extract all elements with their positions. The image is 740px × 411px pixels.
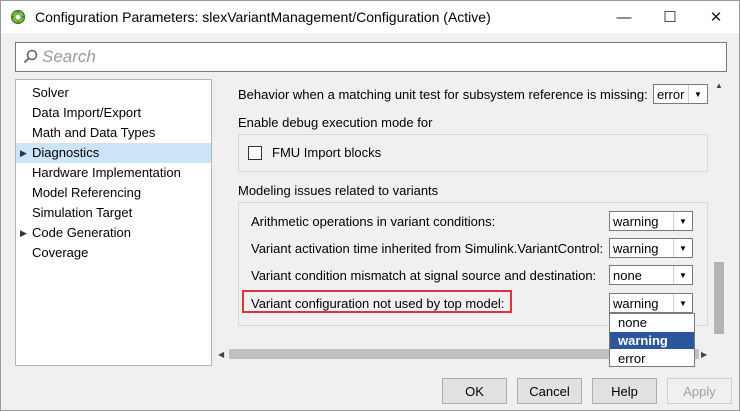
condition-mismatch-dropdown[interactable]: none ▼ bbox=[609, 265, 693, 285]
close-icon: ✕ bbox=[709, 9, 723, 26]
activation-time-dropdown[interactable]: warning ▼ bbox=[609, 238, 693, 258]
expand-arrow-icon[interactable]: ▶ bbox=[20, 143, 27, 163]
debug-group: FMU Import blocks bbox=[238, 134, 708, 172]
tree-item-hardware-implementation[interactable]: Hardware Implementation bbox=[16, 163, 211, 183]
configuration-not-used-dropdown[interactable]: warning ▼ bbox=[609, 293, 693, 313]
tree-item-solver[interactable]: Solver bbox=[16, 83, 211, 103]
unit-test-dropdown[interactable]: error ▼ bbox=[653, 84, 708, 104]
fmu-import-checkbox[interactable] bbox=[248, 146, 262, 160]
tree-item-model-referencing[interactable]: Model Referencing bbox=[16, 183, 211, 203]
config-parameters-window: Configuration Parameters: slexVariantMan… bbox=[0, 0, 740, 411]
tree-item-label: Coverage bbox=[32, 245, 89, 260]
close-button[interactable]: ✕ bbox=[693, 1, 739, 33]
unit-test-label: Behavior when a matching unit test for s… bbox=[238, 87, 648, 102]
dropdown-options-list: none warning error bbox=[609, 313, 695, 367]
arithmetic-dropdown[interactable]: warning ▼ bbox=[609, 211, 693, 231]
scrollbar-thumb[interactable] bbox=[714, 262, 724, 334]
row-label-arithmetic: Arithmetic operations in variant conditi… bbox=[251, 214, 496, 229]
dropdown-value: none bbox=[613, 268, 642, 283]
maximize-icon: ☐ bbox=[663, 9, 677, 26]
debug-section-header: Enable debug execution mode for bbox=[238, 115, 433, 130]
highlight-box bbox=[242, 290, 512, 313]
maximize-button[interactable]: ☐ bbox=[647, 1, 693, 33]
category-tree: Solver Data Import/Export Math and Data … bbox=[15, 79, 212, 366]
option-warning[interactable]: warning bbox=[610, 332, 694, 349]
row-label-condition-mismatch: Variant condition mismatch at signal sou… bbox=[251, 268, 597, 283]
help-button[interactable]: Help bbox=[592, 378, 657, 404]
tree-item-diagnostics[interactable]: ▶ Diagnostics bbox=[16, 143, 211, 163]
minimize-icon: — bbox=[616, 8, 632, 26]
tree-item-label: Data Import/Export bbox=[32, 105, 142, 120]
apply-label: Apply bbox=[683, 383, 716, 399]
tree-item-label: Diagnostics bbox=[32, 145, 100, 160]
tree-item-label: Math and Data Types bbox=[32, 125, 156, 140]
tree-item-coverage[interactable]: Coverage bbox=[16, 243, 211, 263]
tree-item-simulation-target[interactable]: Simulation Target bbox=[16, 203, 211, 223]
scroll-right-icon[interactable]: ▶ bbox=[701, 350, 707, 359]
option-error[interactable]: error bbox=[610, 350, 694, 367]
tree-item-label: Code Generation bbox=[32, 225, 132, 240]
scroll-up-icon[interactable]: ▲ bbox=[715, 81, 723, 90]
dropdown-value: warning bbox=[613, 241, 659, 256]
tree-item-label: Solver bbox=[32, 85, 69, 100]
tree-item-data-import-export[interactable]: Data Import/Export bbox=[16, 103, 211, 123]
dropdown-value: error bbox=[657, 87, 685, 102]
tree-item-label: Model Referencing bbox=[32, 185, 142, 200]
option-none[interactable]: none bbox=[610, 314, 694, 331]
chevron-down-icon: ▼ bbox=[688, 85, 707, 103]
ok-button[interactable]: OK bbox=[442, 378, 507, 404]
expand-arrow-icon[interactable]: ▶ bbox=[20, 223, 27, 243]
search-input[interactable]: Search bbox=[15, 42, 727, 72]
tree-item-math-and-data-types[interactable]: Math and Data Types bbox=[16, 123, 211, 143]
cancel-label: Cancel bbox=[529, 383, 570, 399]
chevron-down-icon: ▼ bbox=[673, 294, 692, 312]
tree-item-code-generation[interactable]: ▶ Code Generation bbox=[16, 223, 211, 243]
chevron-down-icon: ▼ bbox=[673, 266, 692, 284]
dropdown-value: warning bbox=[613, 296, 659, 311]
tree-item-label: Hardware Implementation bbox=[32, 165, 181, 180]
search-icon bbox=[23, 49, 38, 64]
simulink-app-icon bbox=[10, 9, 26, 25]
vertical-scrollbar[interactable]: ▲ bbox=[711, 79, 727, 346]
window-title: Configuration Parameters: slexVariantMan… bbox=[35, 9, 491, 25]
search-placeholder: Search bbox=[42, 47, 96, 66]
ok-label: OK bbox=[465, 383, 484, 399]
row-label-activation-time: Variant activation time inherited from S… bbox=[251, 241, 604, 256]
title-bar: Configuration Parameters: slexVariantMan… bbox=[1, 1, 739, 33]
dropdown-value: warning bbox=[613, 214, 659, 229]
tree-item-label: Simulation Target bbox=[32, 205, 133, 220]
apply-button[interactable]: Apply bbox=[667, 378, 732, 404]
minimize-button[interactable]: — bbox=[601, 1, 647, 33]
variants-section-header: Modeling issues related to variants bbox=[238, 183, 439, 198]
scroll-left-icon[interactable]: ◀ bbox=[218, 350, 224, 359]
help-label: Help bbox=[611, 383, 638, 399]
fmu-import-label: FMU Import blocks bbox=[272, 145, 382, 160]
cancel-button[interactable]: Cancel bbox=[517, 378, 582, 404]
chevron-down-icon: ▼ bbox=[673, 212, 692, 230]
chevron-down-icon: ▼ bbox=[673, 239, 692, 257]
